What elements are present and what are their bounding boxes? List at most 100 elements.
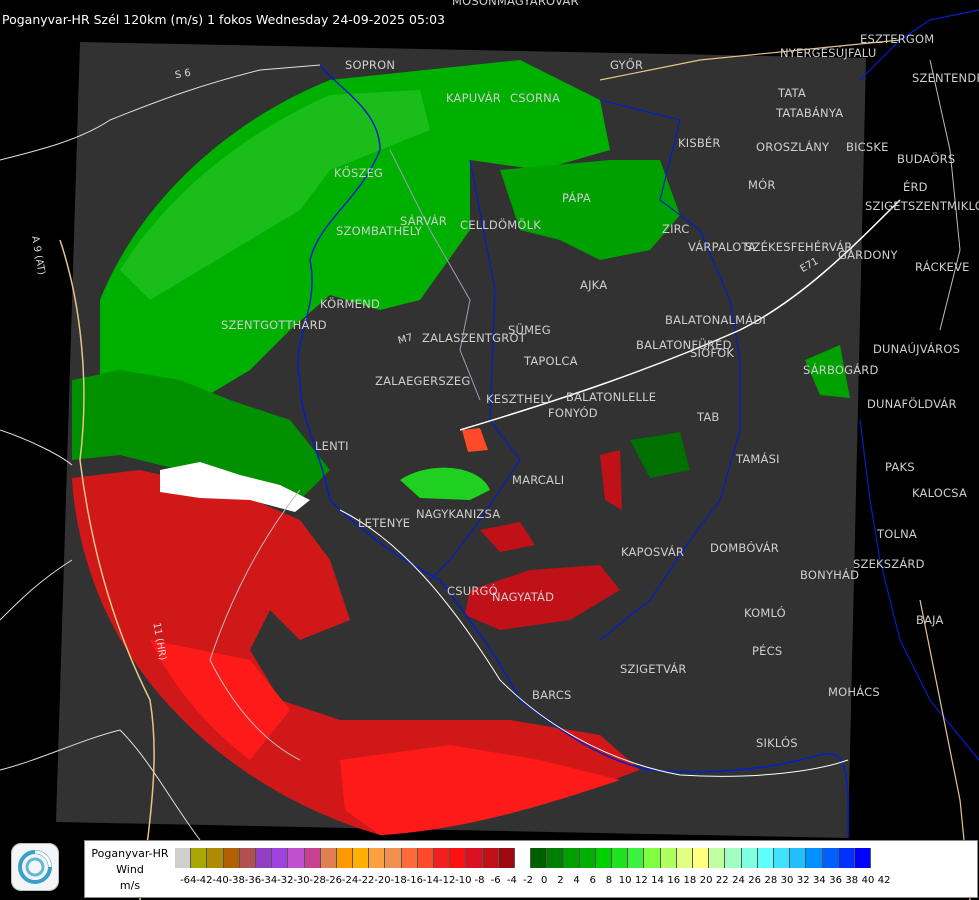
legend-swatch bbox=[482, 848, 499, 868]
city-label: KISBÉR bbox=[678, 136, 721, 150]
city-label: LETENYE bbox=[358, 516, 411, 530]
legend-tick: -22 bbox=[358, 875, 375, 886]
legend-tick: 6 bbox=[589, 875, 596, 886]
legend-swatch bbox=[401, 848, 418, 868]
legend-tick-labels: -64 -42 -40 -38 -36 -34 -32 -30 -28 -26 -24 -22 -20-… bbox=[180, 875, 892, 886]
legend-tick: -28 bbox=[309, 875, 326, 886]
legend-swatch bbox=[709, 848, 726, 868]
city-label: KOMLÓ bbox=[744, 606, 786, 620]
legend-swatch bbox=[790, 848, 807, 868]
legend-tick: 28 bbox=[764, 875, 778, 886]
city-label: KŐSZEG bbox=[334, 166, 384, 180]
legend-quantity: Wind bbox=[116, 863, 144, 876]
city-label: ZIRC bbox=[662, 222, 690, 236]
city-label: BALATONALMÁDI bbox=[665, 313, 766, 327]
city-label: ZALASZENTGRÓT bbox=[422, 331, 526, 345]
legend-swatch bbox=[822, 848, 839, 868]
radar-map bbox=[0, 0, 979, 900]
city-label: DOMBÓVÁR bbox=[710, 541, 779, 555]
city-label: SZÉKESFEHÉRVÁR bbox=[745, 240, 853, 254]
city-label: ZALAEGERSZEG bbox=[375, 374, 471, 388]
legend-tick: 14 bbox=[651, 875, 664, 886]
city-label: ESZTERGOM bbox=[860, 32, 935, 46]
legend-swatch bbox=[498, 848, 515, 868]
city-label: RÁCKEVE bbox=[915, 260, 970, 274]
legend-tick: -6 bbox=[490, 875, 501, 886]
city-label: TATABÁNYA bbox=[776, 106, 844, 120]
city-label: GÁRDONY bbox=[838, 248, 898, 262]
city-label: SOPRON bbox=[345, 58, 396, 72]
legend-tick: 26 bbox=[748, 875, 762, 886]
city-label: TAPOLCA bbox=[524, 354, 578, 368]
legend-tick: 22 bbox=[715, 875, 729, 886]
legend-swatch bbox=[579, 848, 596, 868]
legend-swatch bbox=[595, 848, 613, 868]
legend-swatch bbox=[676, 848, 693, 868]
legend-tick: -4 bbox=[506, 875, 517, 886]
city-label: KALOCSA bbox=[912, 486, 968, 500]
legend-tick: -8 bbox=[474, 875, 485, 886]
legend-swatch bbox=[628, 848, 645, 868]
legend-tick: 4 bbox=[573, 875, 580, 886]
legend-tick: -32 bbox=[277, 875, 294, 886]
city-label: SIKLÓS bbox=[756, 736, 798, 750]
legend-swatch bbox=[207, 848, 224, 868]
legend-tick: -24 bbox=[341, 875, 359, 886]
legend-swatch bbox=[693, 848, 710, 868]
legend-swatch bbox=[531, 848, 548, 868]
city-label: BONYHÁD bbox=[800, 568, 860, 582]
legend-tick: -38 bbox=[228, 875, 245, 886]
city-label: TOLNA bbox=[877, 527, 917, 541]
map-title: Poganyvar-HR Szél 120km (m/s) 1 fokos We… bbox=[2, 12, 446, 27]
legend-tick: 32 bbox=[796, 875, 810, 886]
city-label: MÓR bbox=[748, 178, 776, 192]
city-label: OROSZLÁNY bbox=[756, 140, 830, 154]
legend-swatch bbox=[838, 848, 855, 868]
city-label: SZENTGOTTHÁRD bbox=[221, 318, 327, 332]
legend-unit: m/s bbox=[119, 879, 141, 892]
city-label: KAPOSVÁR bbox=[621, 545, 685, 559]
legend-tick: 8 bbox=[605, 875, 613, 886]
legend-title: Poganyvar-HR Wind m/s bbox=[88, 847, 172, 892]
city-label: GYŐR bbox=[610, 58, 644, 72]
legend-swatch bbox=[612, 848, 629, 868]
legend-tick: -30 bbox=[293, 875, 310, 886]
legend-radar-name: Poganyvar-HR bbox=[91, 847, 169, 860]
city-label: TAB bbox=[697, 410, 720, 424]
legend-swatch bbox=[644, 848, 661, 868]
legend-swatch bbox=[741, 848, 758, 868]
city-label: ÉRD bbox=[903, 180, 928, 194]
legend-tick: -64 bbox=[180, 875, 197, 886]
city-label: CSURGÓ bbox=[447, 584, 498, 598]
city-label: FONYÓD bbox=[548, 406, 598, 420]
legend-tick: -20 bbox=[374, 875, 391, 886]
legend-swatch bbox=[255, 848, 273, 868]
legend-swatch bbox=[223, 848, 240, 868]
legend-tick: -10 bbox=[455, 875, 472, 886]
legend-swatch bbox=[288, 848, 305, 868]
legend-tick: -40 bbox=[212, 875, 229, 886]
legend-swatch bbox=[466, 848, 483, 868]
legend-swatch bbox=[191, 848, 208, 868]
city-label: NAGYATÁD bbox=[492, 590, 555, 604]
legend-swatch bbox=[304, 848, 321, 868]
city-label: BALATONLELLE bbox=[566, 390, 657, 404]
legend-tick: -18 bbox=[390, 875, 407, 886]
legend-tick: -16 bbox=[406, 875, 423, 886]
city-label: KESZTHELY bbox=[486, 392, 553, 406]
legend-swatch bbox=[450, 848, 467, 868]
legend-swatch bbox=[417, 848, 434, 868]
legend-tick: -34 bbox=[260, 875, 278, 886]
legend-swatch bbox=[434, 848, 451, 868]
legend-swatch bbox=[239, 848, 256, 868]
legend-tick: 24 bbox=[732, 875, 745, 886]
city-label: SÁRVÁR bbox=[400, 214, 447, 228]
legend-tick: 34 bbox=[813, 875, 826, 886]
legend-tick: -36 bbox=[244, 875, 262, 886]
city-label: SZENTENDRE bbox=[912, 71, 979, 85]
city-label: CELLDÖMÖLK bbox=[460, 218, 541, 232]
legend-tick: 0 bbox=[541, 875, 548, 886]
legend-swatch bbox=[547, 848, 564, 868]
legend-swatch bbox=[773, 848, 791, 868]
legend-tick: 40 bbox=[861, 875, 875, 886]
